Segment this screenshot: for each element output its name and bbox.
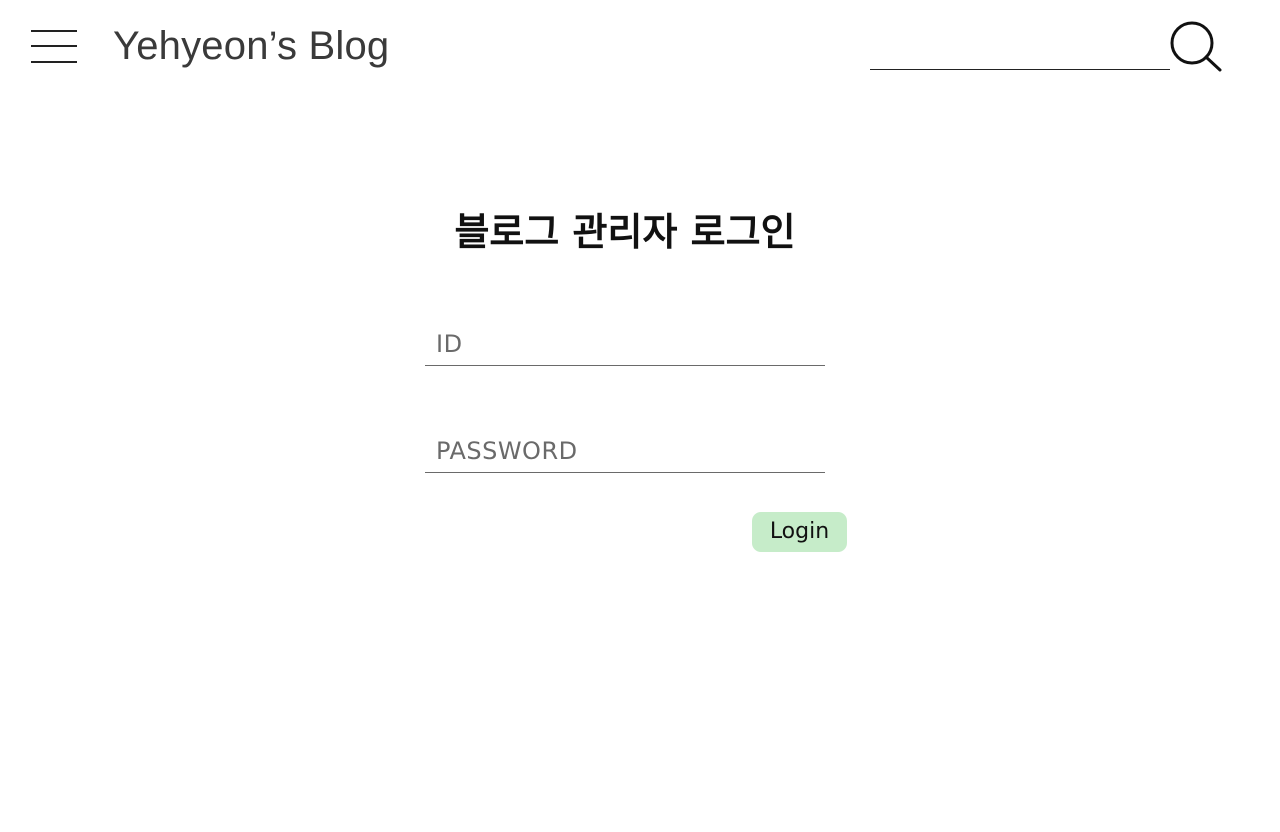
- page: Yehyeon’s Blog 블로그 관리자 로그인 Login: [0, 0, 1280, 832]
- menu-bar-top: [31, 30, 77, 32]
- login-button[interactable]: Login: [752, 512, 847, 552]
- password-field[interactable]: [425, 429, 825, 473]
- menu-bar-bottom: [31, 61, 77, 63]
- search-input[interactable]: [870, 40, 1170, 70]
- menu-bar-middle: [31, 45, 77, 47]
- id-field[interactable]: [425, 322, 825, 366]
- login-title: 블로그 관리자 로그인: [454, 210, 796, 254]
- search-button[interactable]: [1168, 20, 1222, 72]
- site-title[interactable]: Yehyeon’s Blog: [113, 22, 389, 70]
- menu-button[interactable]: [31, 30, 77, 64]
- search-icon: [1170, 21, 1222, 72]
